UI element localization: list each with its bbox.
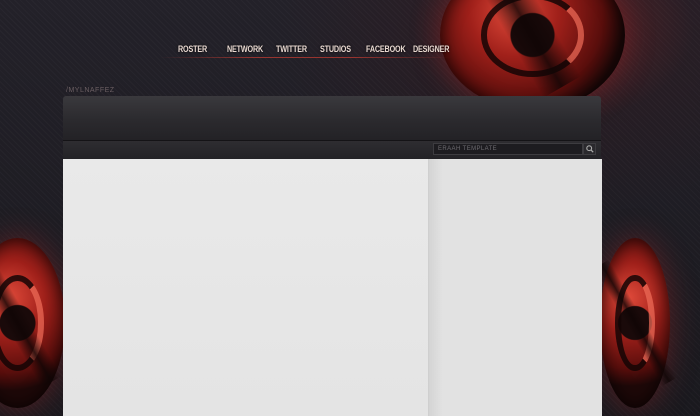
logo-emblem-right — [600, 238, 670, 408]
top-navigation: ROSTER NETWORK TWITTER STUDIOS FACEBOOK … — [160, 44, 450, 60]
nav-item-designer[interactable]: DESIGNER — [413, 44, 449, 54]
nav-item-network[interactable]: NETWORK — [227, 44, 263, 54]
logo-emblem-left — [0, 238, 65, 408]
nav-item-studios[interactable]: STUDIOS — [320, 44, 351, 54]
logo-emblem-top — [440, 0, 625, 110]
sidebar — [428, 159, 602, 416]
search-icon — [586, 145, 594, 153]
nav-item-facebook[interactable]: FACEBOOK — [366, 44, 406, 54]
nav-item-twitter[interactable]: TWITTER — [276, 44, 307, 54]
header-bar — [63, 96, 601, 140]
nav-item-roster[interactable]: ROSTER — [178, 44, 207, 54]
search-button[interactable] — [583, 143, 596, 155]
search-input[interactable]: ERAAH TEMPLATE — [433, 143, 583, 155]
main-content — [63, 159, 428, 416]
brand-text: /MYLNAFFEZ — [66, 87, 115, 94]
